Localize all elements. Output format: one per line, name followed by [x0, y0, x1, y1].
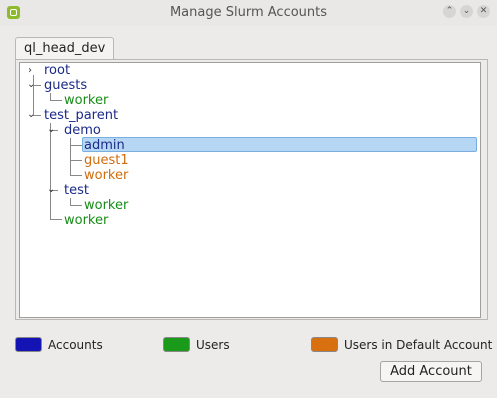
chevron-down-icon[interactable]: ⌄ — [27, 80, 35, 90]
tree-node-root[interactable]: root — [44, 63, 70, 78]
tree-line — [50, 123, 51, 219]
tree-node-guests-worker[interactable]: worker — [64, 93, 108, 108]
tree-line — [50, 219, 62, 220]
tree-line — [70, 205, 82, 206]
tree-line — [70, 145, 82, 146]
selected-row-highlight — [82, 137, 477, 152]
manage-slurm-accounts-window: Manage Slurm Accounts ⌃ ⌄ ✕ ql_head_dev … — [0, 0, 497, 398]
accounts-legend-label: Accounts — [48, 338, 103, 352]
chevron-down-icon[interactable]: ⌄ — [27, 110, 35, 120]
accounts-color-swatch — [15, 337, 42, 352]
tree-node-demo[interactable]: demo — [64, 123, 101, 138]
tree-node-test[interactable]: test — [64, 183, 89, 198]
chevron-down-icon[interactable]: ⌄ — [47, 185, 55, 195]
default-users-legend-label: Users in Default Account — [344, 338, 493, 352]
tree-node-test-parent-worker[interactable]: worker — [64, 213, 108, 228]
title-bar: Manage Slurm Accounts ⌃ ⌄ ✕ — [0, 0, 497, 26]
tab-ql-head-dev[interactable]: ql_head_dev — [15, 37, 115, 60]
tree-node-test-parent[interactable]: test_parent — [44, 108, 118, 123]
chevron-down-icon[interactable]: ⌄ — [47, 125, 55, 135]
tree-line — [70, 198, 71, 205]
chevron-down-icon[interactable]: ⌄ — [460, 5, 473, 18]
tree-node-admin[interactable]: admin — [84, 138, 125, 153]
tree-line — [70, 175, 82, 176]
users-color-swatch — [163, 337, 190, 352]
account-tree[interactable]: › root ⌄ guests worker ⌄ test_parent ⌄ d… — [19, 62, 481, 318]
window-title: Manage Slurm Accounts — [169, 5, 328, 20]
tree-line — [70, 160, 82, 161]
tree-node-test-worker[interactable]: worker — [84, 198, 128, 213]
close-icon[interactable]: ✕ — [477, 5, 490, 18]
tree-line — [50, 100, 62, 101]
tree-line — [70, 138, 71, 175]
chevron-right-icon[interactable]: › — [28, 66, 32, 76]
users-legend-label: Users — [196, 338, 230, 352]
tree-node-guest1[interactable]: guest1 — [84, 153, 129, 168]
add-account-button[interactable]: Add Account — [380, 361, 482, 382]
tree-node-guests[interactable]: guests — [44, 78, 87, 93]
default-users-color-swatch — [311, 337, 338, 352]
tree-node-demo-worker[interactable]: worker — [84, 168, 128, 183]
chevron-up-icon[interactable]: ⌃ — [443, 5, 456, 18]
